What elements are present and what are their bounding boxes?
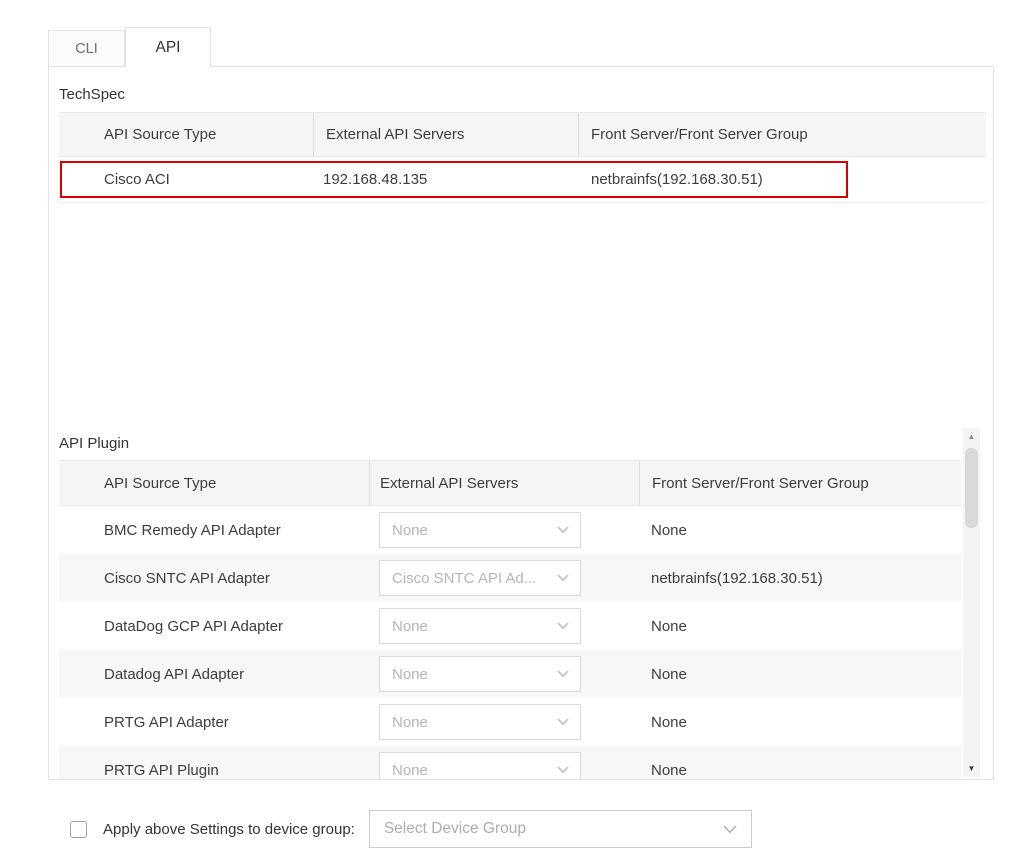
dropdown-selected-value: None xyxy=(392,522,549,539)
header-cell-external-api-servers: External API Servers xyxy=(313,113,578,156)
table-row-prtg-api-plugin: PRTG API Plugin None None xyxy=(59,746,961,780)
row-cell-front-server: netbrainfs(192.168.30.51) xyxy=(578,171,986,188)
row-cell-source-type: DataDog GCP API Adapter xyxy=(95,618,369,635)
external-api-server-dropdown[interactable]: Cisco SNTC API Ad... xyxy=(379,560,581,596)
dropdown-selected-value: None xyxy=(392,666,549,683)
header-cell-front-server-group: Front Server/Front Server Group xyxy=(639,461,961,505)
row-cell-external-api-servers: None xyxy=(369,608,639,644)
scrollbar-down-button[interactable]: ▼ xyxy=(963,760,980,777)
header-cell-blank xyxy=(59,113,95,156)
header-cell-front-server-group: Front Server/Front Server Group xyxy=(578,113,986,156)
header-cell-blank xyxy=(59,461,95,505)
external-api-server-dropdown[interactable]: None xyxy=(379,752,581,780)
dropdown-selected-value: None xyxy=(392,618,549,635)
chevron-down-icon xyxy=(557,574,569,582)
row-cell-external-api-servers: Cisco SNTC API Ad... xyxy=(369,560,639,596)
row-cell-external-api-servers: None xyxy=(369,656,639,692)
row-cell-external-api-servers: None xyxy=(369,512,639,548)
api-plugin-section-label: API Plugin xyxy=(59,435,129,452)
apply-settings-checkbox[interactable] xyxy=(70,821,87,838)
scrollbar-up-button[interactable]: ▲ xyxy=(963,428,980,445)
row-cell-source-type: PRTG API Plugin xyxy=(95,762,369,779)
scrollbar-thumb[interactable] xyxy=(965,448,978,528)
techspec-table: API Source Type External API Servers Fro… xyxy=(59,112,986,203)
dropdown-selected-value: Cisco SNTC API Ad... xyxy=(392,570,549,587)
triangle-up-icon: ▲ xyxy=(968,433,976,441)
chevron-down-icon xyxy=(723,825,737,834)
api-plugin-table: API Source Type External API Servers Fro… xyxy=(59,460,961,780)
row-cell-source-type: BMC Remedy API Adapter xyxy=(95,522,369,539)
header-cell-api-source-type: API Source Type xyxy=(95,113,313,156)
header-cell-api-source-type: API Source Type xyxy=(95,461,369,505)
table-row-datadog-gcp-api-adapter: DataDog GCP API Adapter None None xyxy=(59,602,961,650)
row-cell-front-server: None xyxy=(639,762,961,779)
row-cell-front-server: None xyxy=(639,618,961,635)
row-cell-external-api-servers: 192.168.48.135 xyxy=(313,171,578,188)
api-plugin-table-header: API Source Type External API Servers Fro… xyxy=(59,460,961,506)
chevron-down-icon xyxy=(557,766,569,774)
api-settings-screen: CLI API TechSpec API Source Type Externa… xyxy=(0,0,1020,861)
chevron-down-icon xyxy=(557,526,569,534)
row-cell-source-type: PRTG API Adapter xyxy=(95,714,369,731)
row-cell-front-server: None xyxy=(639,714,961,731)
external-api-server-dropdown[interactable]: None xyxy=(379,608,581,644)
apply-settings-label: Apply above Settings to device group: xyxy=(103,821,355,838)
row-cell-source-type: Cisco SNTC API Adapter xyxy=(95,570,369,587)
row-cell-front-server: netbrainfs(192.168.30.51) xyxy=(639,570,961,587)
device-group-dropdown[interactable]: Select Device Group xyxy=(369,810,752,848)
dropdown-selected-value: None xyxy=(392,714,549,731)
external-api-server-dropdown[interactable]: None xyxy=(379,656,581,692)
dropdown-selected-value: None xyxy=(392,762,549,779)
table-row-datadog-api-adapter: Datadog API Adapter None None xyxy=(59,650,961,698)
chevron-down-icon xyxy=(557,670,569,678)
table-row-prtg-api-adapter: PRTG API Adapter None None xyxy=(59,698,961,746)
external-api-server-dropdown[interactable]: None xyxy=(379,704,581,740)
table-row-cisco-aci[interactable]: Cisco ACI 192.168.48.135 netbrainfs(192.… xyxy=(59,157,986,203)
chevron-down-icon xyxy=(557,622,569,630)
vertical-scrollbar[interactable]: ▲ ▼ xyxy=(963,428,980,777)
tab-cli[interactable]: CLI xyxy=(48,30,125,67)
row-cell-source-type: Cisco ACI xyxy=(95,171,313,188)
row-cell-source-type: Datadog API Adapter xyxy=(95,666,369,683)
techspec-table-header: API Source Type External API Servers Fro… xyxy=(59,112,986,157)
row-cell-external-api-servers: None xyxy=(369,704,639,740)
device-group-placeholder: Select Device Group xyxy=(384,820,715,838)
row-cell-external-api-servers: None xyxy=(369,752,639,780)
row-cell-front-server: None xyxy=(639,666,961,683)
chevron-down-icon xyxy=(557,718,569,726)
triangle-down-icon: ▼ xyxy=(968,765,976,773)
api-settings-panel: TechSpec API Source Type External API Se… xyxy=(48,66,994,780)
external-api-server-dropdown[interactable]: None xyxy=(379,512,581,548)
table-row-cisco-sntc-api-adapter: Cisco SNTC API Adapter Cisco SNTC API Ad… xyxy=(59,554,961,602)
row-cell-front-server: None xyxy=(639,522,961,539)
tab-api[interactable]: API xyxy=(125,27,211,67)
apply-settings-row: Apply above Settings to device group: Se… xyxy=(70,809,752,849)
header-cell-external-api-servers: External API Servers xyxy=(369,461,639,505)
table-row-bmc-remedy-api-adapter: BMC Remedy API Adapter None None xyxy=(59,506,961,554)
techspec-section-label: TechSpec xyxy=(59,86,125,103)
